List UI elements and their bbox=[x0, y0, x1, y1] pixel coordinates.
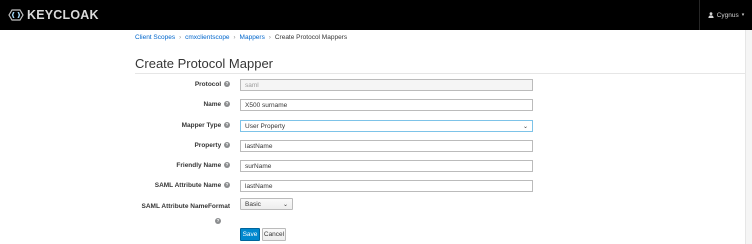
saml-attribute-name-label-text: SAML Attribute Name bbox=[154, 182, 222, 189]
saml-attribute-name-value: lastName bbox=[245, 182, 273, 190]
help-icon[interactable]: ? bbox=[224, 162, 230, 169]
property-label-text: Property bbox=[194, 142, 222, 149]
user-name: Cygnus bbox=[716, 11, 739, 19]
friendly-name-label-text: Friendly Name bbox=[176, 162, 222, 169]
chevron-down-icon: ⌄ bbox=[522, 124, 528, 130]
scrollbar[interactable] bbox=[745, 30, 752, 244]
mapper-type-label: Mapper Type ? bbox=[0, 122, 230, 129]
saml-attribute-nameformat-label: SAML Attribute NameFormat bbox=[0, 203, 230, 210]
saml-attribute-name-input[interactable]: lastName bbox=[240, 180, 533, 192]
breadcrumb-mappers[interactable]: Mappers bbox=[240, 34, 265, 41]
mapper-type-select[interactable]: User Property ⌄ bbox=[240, 120, 533, 132]
breadcrumb-current: Create Protocol Mappers bbox=[274, 34, 348, 41]
user-menu[interactable]: Cygnus ▾ bbox=[699, 0, 752, 30]
property-value: lastName bbox=[245, 142, 273, 150]
help-icon[interactable]: ? bbox=[224, 182, 230, 189]
cancel-button[interactable]: Cancel bbox=[262, 228, 286, 241]
friendly-name-input[interactable]: surName bbox=[240, 160, 533, 172]
breadcrumb-client-scopes[interactable]: Client Scopes bbox=[135, 34, 175, 41]
name-label-text: Name bbox=[203, 101, 222, 108]
mapper-type-value: User Property bbox=[245, 122, 286, 130]
user-icon bbox=[708, 12, 714, 18]
breadcrumb-cmxclientscope[interactable]: cmxclientscope bbox=[185, 34, 229, 41]
saml-attribute-nameformat-label-text: SAML Attribute NameFormat bbox=[141, 203, 230, 210]
top-navbar: KEYCLOAK Cygnus ▾ bbox=[0, 0, 752, 30]
chevron-down-icon: ⌄ bbox=[282, 202, 288, 208]
property-input[interactable]: lastName bbox=[240, 140, 533, 152]
keycloak-logo-icon bbox=[8, 9, 24, 21]
saml-attribute-nameformat-select[interactable]: Basic ⌄ bbox=[240, 198, 293, 210]
protocol-label: Protocol ? bbox=[0, 81, 230, 88]
chevron-down-icon: ▾ bbox=[741, 12, 745, 18]
saml-attribute-name-label: SAML Attribute Name ? bbox=[0, 182, 230, 189]
protocol-label-text: Protocol bbox=[194, 81, 222, 88]
page-title: Create Protocol Mapper bbox=[135, 56, 274, 71]
help-icon-wrap: ? bbox=[214, 212, 221, 230]
title-divider bbox=[135, 73, 745, 74]
brand-name: KEYCLOAK bbox=[27, 8, 99, 22]
breadcrumb-separator-icon: › bbox=[179, 34, 182, 41]
property-label: Property ? bbox=[0, 142, 230, 149]
name-input[interactable]: X500 surname bbox=[240, 99, 533, 111]
help-icon[interactable]: ? bbox=[224, 142, 230, 149]
help-icon[interactable]: ? bbox=[215, 217, 221, 224]
protocol-value: saml bbox=[245, 81, 259, 89]
friendly-name-label: Friendly Name ? bbox=[0, 162, 230, 169]
keycloak-logo[interactable]: KEYCLOAK bbox=[7, 8, 99, 22]
name-label: Name ? bbox=[0, 101, 230, 108]
protocol-field: saml bbox=[240, 79, 533, 91]
help-icon[interactable]: ? bbox=[224, 122, 230, 129]
saml-attribute-nameformat-value: Basic bbox=[245, 200, 261, 208]
friendly-name-value: surName bbox=[245, 162, 272, 170]
help-icon[interactable]: ? bbox=[224, 101, 230, 108]
mapper-type-label-text: Mapper Type bbox=[181, 122, 222, 129]
help-icon[interactable]: ? bbox=[224, 81, 230, 88]
breadcrumb-separator-icon: › bbox=[268, 34, 271, 41]
breadcrumb: Client Scopes › cmxclientscope › Mappers… bbox=[135, 34, 347, 41]
save-button[interactable]: Save bbox=[240, 228, 260, 241]
name-value: X500 surname bbox=[245, 101, 288, 109]
breadcrumb-separator-icon: › bbox=[233, 34, 236, 41]
